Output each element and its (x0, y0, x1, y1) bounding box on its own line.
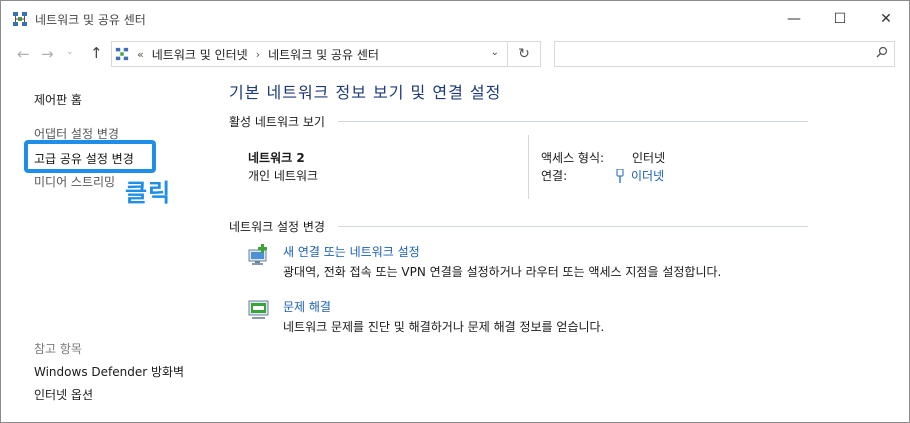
breadcrumb-network-internet[interactable]: 네트워크 및 인터넷 (152, 46, 248, 63)
troubleshoot-icon (248, 300, 269, 319)
control-panel-window: 네트워크 및 공유 센터 — ☐ ✕ ← → ⌄ ↑ « 네트워크 및 인터넷 … (0, 0, 910, 423)
change-settings-heading: 네트워크 설정 변경 (229, 220, 325, 234)
troubleshoot-description: 네트워크 문제를 진단 및 해결하거나 문제 해결 정보를 얻습니다. (283, 320, 605, 334)
sidebar-item-advanced-sharing[interactable]: 고급 공유 설정 변경 (34, 150, 134, 167)
network-center-icon (13, 12, 27, 26)
connections-value[interactable]: 이더넷 (631, 167, 664, 184)
breadcrumb-network-sharing-center[interactable]: 네트워크 및 공유 센터 (268, 46, 379, 63)
access-type-label: 액세스 형식: (541, 151, 605, 165)
new-connection-description: 광대역, 전화 접속 또는 VPN 연결을 설정하거나 라우터 또는 액세스 지… (283, 265, 722, 279)
highlight-box: 고급 공유 설정 변경 (24, 140, 156, 173)
search-icon (876, 46, 888, 62)
access-type-value: 인터넷 (632, 151, 666, 165)
network-center-icon (115, 47, 129, 61)
network-name: 네트워크 2 (248, 151, 305, 165)
active-networks-heading: 활성 네트워크 보기 (229, 115, 325, 129)
up-icon[interactable]: ↑ (90, 44, 103, 62)
sidebar-item-firewall[interactable]: Windows Defender 방화벽 (34, 363, 184, 380)
section-divider (338, 226, 808, 227)
page-title: 기본 네트워크 정보 보기 및 연결 설정 (229, 83, 502, 102)
forward-icon[interactable]: → (41, 45, 54, 63)
section-divider (338, 121, 808, 122)
breadcrumb-overflow-icon[interactable]: « (137, 48, 144, 61)
window-title: 네트워크 및 공유 센터 (35, 13, 146, 27)
sidebar-item-media-streaming[interactable]: 미디어 스트리밍 (34, 173, 115, 190)
new-connection-icon (248, 244, 267, 265)
see-also-heading: 참고 항목 (34, 342, 82, 356)
maximize-button[interactable]: ☐ (817, 1, 863, 37)
chevron-down-icon[interactable]: ⌄ (491, 47, 499, 58)
breadcrumb-separator-icon[interactable]: › (256, 48, 260, 61)
search-input[interactable] (554, 41, 895, 67)
title-bar: 네트워크 및 공유 센터 — ☐ ✕ (1, 1, 909, 37)
troubleshoot-link[interactable]: 문제 해결 (283, 298, 331, 315)
refresh-button[interactable]: ↻ (508, 41, 541, 67)
ethernet-connection-link[interactable]: 이더넷 (615, 167, 664, 184)
connections-label: 연결: (541, 169, 568, 183)
click-annotation: 클릭 (125, 179, 172, 207)
back-icon[interactable]: ← (17, 45, 30, 63)
navigation-bar: ← → ⌄ ↑ « 네트워크 및 인터넷 › 네트워크 및 공유 센터 ⌄ ↻ (1, 39, 909, 71)
network-type: 개인 네트워크 (248, 169, 319, 183)
address-bar[interactable]: « 네트워크 및 인터넷 › 네트워크 및 공유 센터 ⌄ (111, 41, 508, 67)
close-button[interactable]: ✕ (863, 1, 909, 37)
vertical-divider (528, 135, 529, 199)
sidebar-item-internet-options[interactable]: 인터넷 옵션 (34, 386, 93, 403)
ethernet-icon (616, 168, 624, 183)
minimize-button[interactable]: — (771, 1, 817, 37)
new-connection-link[interactable]: 새 연결 또는 네트워크 설정 (283, 243, 420, 260)
sidebar-item-control-panel-home[interactable]: 제어판 홈 (34, 91, 82, 108)
recent-locations-icon[interactable]: ⌄ (66, 47, 74, 57)
